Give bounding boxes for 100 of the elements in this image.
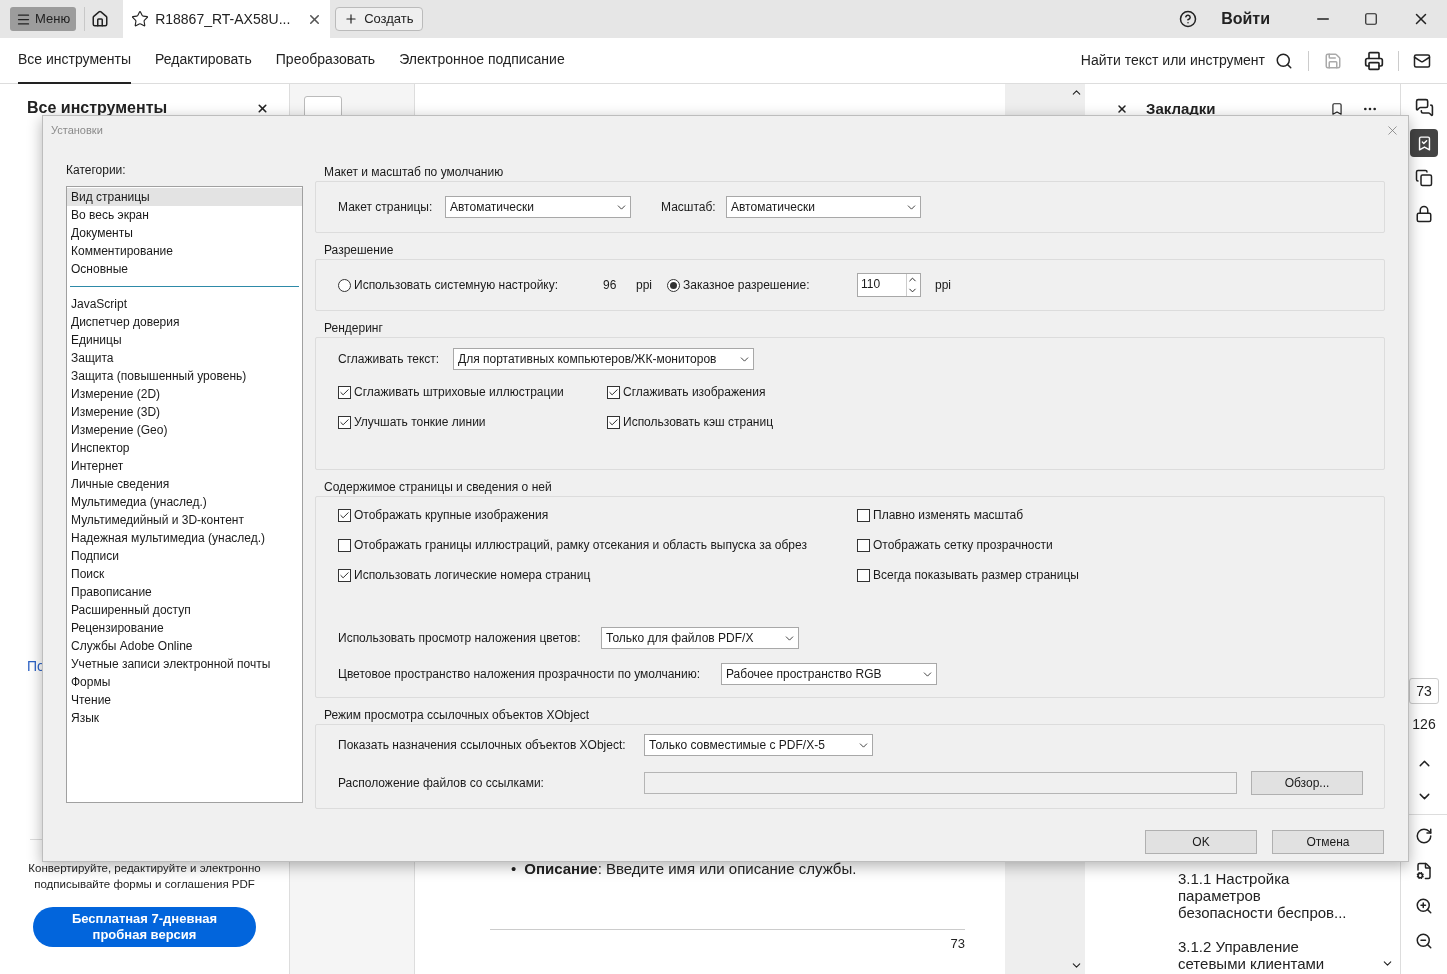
dropdown[interactable]: Автоматически xyxy=(445,196,631,218)
category-item[interactable]: Интернет xyxy=(70,457,299,475)
category-item[interactable]: Во весь экран xyxy=(67,206,302,224)
refresh-icon[interactable] xyxy=(1415,827,1433,845)
category-item[interactable]: Комментирование xyxy=(67,242,302,260)
panel-title: Закладки xyxy=(1146,99,1217,119)
category-item[interactable]: Язык xyxy=(70,709,299,727)
category-item[interactable]: Инспектор xyxy=(70,439,299,457)
field-label: Цветовое пространство наложения прозрачности по умолчанию: xyxy=(338,666,701,683)
comment-icon[interactable] xyxy=(1414,98,1434,117)
page-count: 126 xyxy=(1412,715,1436,734)
dialog-button[interactable]: Отмена xyxy=(1272,830,1384,854)
checkbox[interactable] xyxy=(607,415,620,429)
category-item[interactable]: JavaScript xyxy=(70,295,299,313)
checkbox[interactable] xyxy=(338,415,351,429)
checkbox[interactable] xyxy=(338,568,351,582)
category-item[interactable]: Мультимедиа (унаслед.) xyxy=(70,493,299,511)
help-icon[interactable] xyxy=(1179,10,1198,28)
section-heading: Рендеринг xyxy=(324,320,384,336)
dropdown[interactable]: Для портативных компьютеров/ЖК-мониторов xyxy=(453,348,754,370)
category-item[interactable]: Защита (повышенный уровень) xyxy=(70,367,299,385)
category-item[interactable]: Вид страницы xyxy=(67,188,302,206)
category-item[interactable]: Измерение (Geo) xyxy=(70,421,299,439)
field-label: Макет страницы: xyxy=(338,199,434,216)
field-label: Масштаб: xyxy=(661,199,717,216)
checkbox[interactable] xyxy=(857,538,870,552)
category-item[interactable]: Документы xyxy=(67,224,302,242)
dropdown[interactable]: Только для файлов PDF/X xyxy=(601,627,799,649)
checkbox[interactable] xyxy=(607,385,620,399)
checkbox[interactable] xyxy=(857,508,870,522)
bookmark-item[interactable]: 3.1.1 Настройка параметров безопасности беспров... xyxy=(1178,869,1350,921)
document-tab[interactable]: R18867_RT-AX58U... xyxy=(123,0,331,38)
field-label: Сглаживать текст: xyxy=(338,351,441,368)
category-item[interactable]: Личные сведения xyxy=(70,475,299,493)
checkbox-label: Сглаживать изображения xyxy=(623,384,766,401)
print-icon[interactable] xyxy=(1364,50,1384,71)
category-item[interactable]: Мультимедийный и 3D-контент xyxy=(70,511,299,529)
panel-title: Все инструменты xyxy=(27,98,168,118)
checkbox[interactable] xyxy=(338,385,351,399)
category-item[interactable]: Чтение xyxy=(70,691,299,709)
field-label: ppi xyxy=(935,277,951,294)
dialog-title: Установки xyxy=(51,122,103,138)
category-item[interactable]: Диспетчер доверия xyxy=(70,313,299,331)
number-field[interactable]: 110 xyxy=(857,273,921,297)
category-item[interactable]: Правописание xyxy=(70,583,299,601)
dropdown[interactable]: Только совместимые с PDF/X-5 xyxy=(644,734,873,756)
menu-button[interactable]: Меню xyxy=(10,7,77,31)
search-label[interactable]: Найти текст или инструмент xyxy=(1080,50,1265,71)
search-icon[interactable] xyxy=(1275,51,1293,70)
category-item[interactable]: Защита xyxy=(70,349,299,367)
create-button[interactable]: Создать xyxy=(335,7,423,31)
sign-in-button[interactable]: Войти xyxy=(1221,7,1270,31)
dropdown[interactable]: Рабочее пространство RGB xyxy=(721,663,937,685)
category-item[interactable]: Поиск xyxy=(70,565,299,583)
trial-button[interactable]: Бесплатная 7-дневная пробная версия xyxy=(33,907,256,947)
close-icon[interactable] xyxy=(1116,103,1128,116)
file-icon[interactable] xyxy=(1415,862,1433,880)
radio-button[interactable] xyxy=(667,278,680,292)
toolbar-tab[interactable]: Электронное подписание xyxy=(399,37,565,84)
dialog-button[interactable]: OK xyxy=(1145,830,1257,854)
category-item[interactable]: Подписи xyxy=(70,547,299,565)
toolbar-tab[interactable]: Все инструменты xyxy=(18,37,132,84)
dropdown[interactable]: Автоматически xyxy=(726,196,921,218)
category-item[interactable]: Формы xyxy=(70,673,299,691)
toolbar-tab[interactable]: Преобразовать xyxy=(275,37,376,84)
section-heading: Макет и масштаб по умолчанию xyxy=(324,164,505,180)
close-icon[interactable] xyxy=(256,101,269,115)
field-label: Расположение файлов со ссылками: xyxy=(338,775,545,792)
category-item[interactable]: Основные xyxy=(67,260,302,278)
category-item[interactable]: Службы Adobe Online xyxy=(70,637,299,655)
checkbox-label: Отображать границы иллюстраций, рамку отсекания и область выпуска за обрез xyxy=(354,537,807,554)
category-item[interactable]: Измерение (2D) xyxy=(70,385,299,403)
lock-icon[interactable] xyxy=(1415,205,1433,223)
page-number: 73 xyxy=(950,934,965,953)
mail-icon[interactable] xyxy=(1413,51,1431,70)
bookmark-item[interactable]: 3.1.2 Управление сетевыми клиентами xyxy=(1178,937,1350,972)
bookmarks-tool[interactable] xyxy=(1410,129,1438,157)
maximize-icon[interactable] xyxy=(1364,12,1378,26)
checkbox[interactable] xyxy=(857,568,870,582)
category-item[interactable]: Единицы xyxy=(70,331,299,349)
home-icon[interactable] xyxy=(91,10,110,28)
path-field[interactable] xyxy=(644,772,1237,794)
category-item[interactable]: Измерение (3D) xyxy=(70,403,299,421)
category-item[interactable]: Расширенный доступ xyxy=(70,601,299,619)
toolbar-tab[interactable]: Редактировать xyxy=(155,37,252,84)
zoom-out-icon[interactable] xyxy=(1415,932,1433,950)
radio-button[interactable] xyxy=(338,278,351,292)
category-item[interactable]: Рецензирование xyxy=(70,619,299,637)
browse-button[interactable]: Обзор... xyxy=(1251,771,1363,795)
category-item[interactable]: Учетные записи электронной почты xyxy=(70,655,299,673)
bookmark-icon[interactable] xyxy=(1330,102,1344,117)
plus-icon xyxy=(344,12,359,26)
radio-label: Заказное разрешение: xyxy=(683,277,810,294)
zoom-in-icon[interactable] xyxy=(1415,897,1433,915)
pages-icon[interactable] xyxy=(1415,169,1433,187)
checkbox[interactable] xyxy=(338,538,351,552)
star-icon[interactable] xyxy=(131,10,150,28)
category-item[interactable]: Надежная мультимедиа (унаслед.) xyxy=(70,529,299,547)
checkbox[interactable] xyxy=(338,508,351,522)
field-label: Использовать просмотр наложения цветов: xyxy=(338,630,582,647)
